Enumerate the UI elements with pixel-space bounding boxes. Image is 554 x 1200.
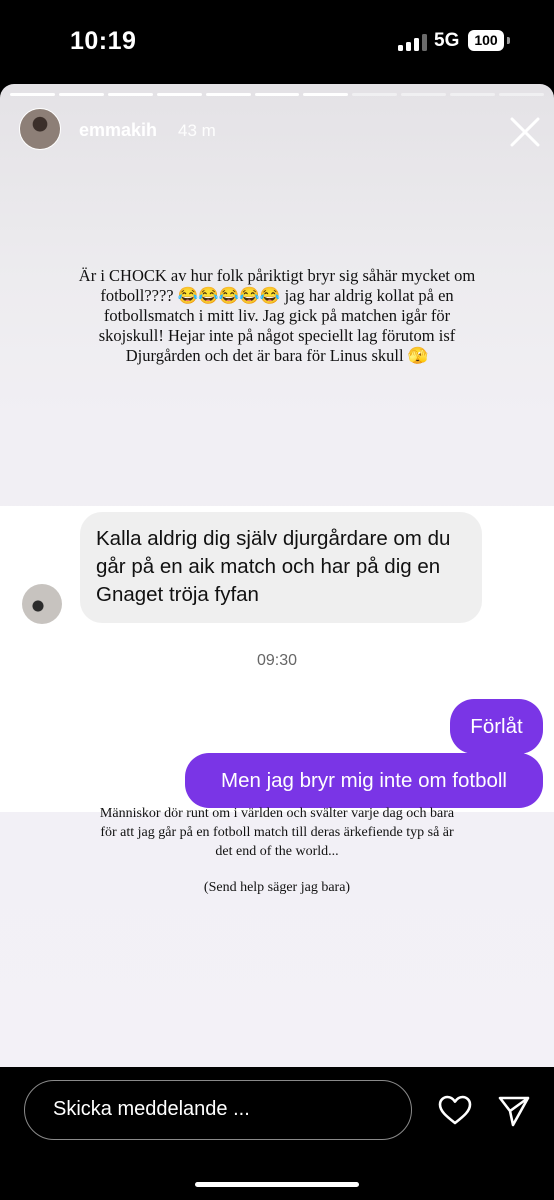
progress-segment <box>10 93 55 96</box>
network-type: 5G <box>434 30 460 51</box>
send-icon[interactable] <box>496 1093 532 1129</box>
progress-segment <box>107 93 153 96</box>
caption-paragraph: Människor dör runt om i världen och sväl… <box>99 806 455 859</box>
battery-icon: 100 <box>468 30 504 51</box>
progress-segment <box>254 93 300 96</box>
sender-avatar <box>22 584 62 624</box>
story-time-ago: 43 m <box>178 121 216 140</box>
progress-segment <box>401 93 447 96</box>
clock: 10:19 <box>70 27 137 55</box>
reply-bar: Skicka meddelande ... <box>0 1067 554 1200</box>
story-caption-bottom: Människor dör runt om i världen och sväl… <box>96 804 458 897</box>
progress-segment <box>499 93 544 96</box>
progress-segment <box>303 93 349 96</box>
story-username[interactable]: emmakih <box>79 120 157 141</box>
heart-icon[interactable] <box>437 1094 473 1126</box>
story-progress-bar <box>10 93 544 96</box>
battery-nub <box>507 37 510 44</box>
progress-segment <box>450 93 496 96</box>
message-input[interactable]: Skicka meddelande ... <box>24 1080 412 1140</box>
outgoing-message: Förlåt <box>450 699 543 754</box>
signal-icon <box>398 33 428 51</box>
incoming-message: Kalla aldrig dig själv djurgårdare om du… <box>80 512 482 623</box>
story-view[interactable]: emmakih 43 m Är i CHOCK av hur folk påri… <box>0 84 554 1067</box>
dm-screenshot: Kalla aldrig dig själv djurgårdare om du… <box>0 506 554 812</box>
story-caption-top: Är i CHOCK av hur folk påriktigt bryr si… <box>78 266 476 365</box>
caption-paragraph: (Send help säger jag bara) <box>203 880 351 895</box>
close-icon[interactable] <box>505 112 545 152</box>
progress-segment <box>58 93 104 96</box>
home-indicator <box>195 1182 359 1187</box>
progress-segment <box>156 93 202 96</box>
story-avatar[interactable] <box>19 108 61 150</box>
outgoing-message: Men jag bryr mig inte om fotboll <box>185 753 543 808</box>
status-bar: 10:19 5G 100 <box>0 0 554 84</box>
progress-segment <box>352 93 398 96</box>
message-timestamp: 09:30 <box>256 652 298 669</box>
progress-segment <box>205 93 251 96</box>
